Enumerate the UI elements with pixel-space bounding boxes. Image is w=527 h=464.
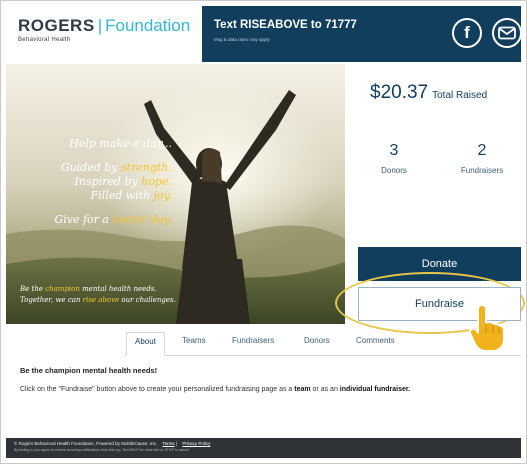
total-raised: $20.37 Total Raised [370, 82, 487, 104]
tagline-2-highlight: rise above [82, 296, 120, 304]
email-icon[interactable] [492, 18, 522, 48]
hero-tagline-line-1: Be the champion mental health needs. [20, 284, 220, 295]
about-body-pre: Click on the "Fundraise" button above to… [20, 386, 295, 393]
tagline-2-post: our challenges. [119, 296, 176, 304]
tagline-1-post: mental health needs. [79, 285, 157, 293]
donors-label: Donors [381, 166, 407, 175]
tagline-1-highlight: champion [45, 285, 80, 293]
brand-separator: | [97, 16, 103, 35]
footer-fineprint: By texting in you agree to receive recur… [14, 448, 190, 452]
total-raised-amount: $20.37 [370, 82, 429, 103]
fundraisers-stat: 2 Fundraisers [442, 142, 522, 175]
about-body-team: team [294, 386, 311, 393]
text-to-give-cta: Text RISEABOVE to 71777 [214, 19, 357, 31]
tab-donors[interactable]: Donors [304, 336, 330, 345]
campaign-tabs: About Teams Fundraisers Donors Comments [6, 332, 521, 356]
tagline-2-pre: Together, we can [20, 296, 83, 304]
tagline-1-pre: Be the [20, 285, 46, 293]
about-body-individual: individual fundraiser. [339, 386, 411, 393]
brand-subtitle: Behavioral Health [18, 37, 71, 43]
donors-stat: 3 Donors [354, 142, 434, 175]
hero-line-5-highlight: better day. [112, 213, 172, 226]
fundraisers-label: Fundraisers [460, 166, 504, 175]
envelope-glyph [498, 26, 516, 40]
about-body: Click on the "Fundraise" button above to… [20, 383, 510, 396]
hero-line-5: Give for a better day. [36, 213, 172, 227]
footer: © Rogers Behavioral Health Foundation, P… [6, 438, 521, 458]
about-content: Be the champion mental health needs! Cli… [20, 366, 510, 396]
brand-name: ROGERS [18, 16, 95, 35]
brand-suffix: Foundation [105, 16, 191, 35]
text-disclaimer: Msg & data rates may apply [214, 37, 270, 42]
hero-line-4: Filled with joy. [36, 189, 172, 203]
tab-fundraisers[interactable]: Fundraisers [232, 336, 274, 345]
hero-line-3-text: Inspired by [74, 175, 142, 188]
hero-tagline: Be the champion mental health needs. Tog… [20, 284, 220, 306]
donors-count: 3 [389, 142, 399, 159]
tab-about[interactable]: About [126, 332, 165, 356]
about-title: Be the champion mental health needs! [20, 366, 158, 375]
hero-line-1: Help make a day... [69, 137, 172, 150]
hero-line-2-text: Guided by [60, 161, 122, 174]
hero-line-4-highlight: joy. [153, 189, 172, 202]
hero-line-2-highlight: strength. [121, 161, 172, 174]
privacy-policy-link[interactable]: Privacy Policy [182, 441, 210, 446]
header: ROGERS | Foundation Behavioral Health Te… [6, 6, 522, 62]
facebook-icon[interactable]: f [452, 18, 482, 48]
footer-divider: | [175, 441, 178, 446]
hero-line-2: Guided by strength. [36, 161, 172, 175]
hero-line-5-text: Give for a [54, 213, 113, 226]
hero-line-3: Inspired by hope. [36, 175, 172, 189]
tab-teams[interactable]: Teams [182, 336, 206, 345]
footer-links: © Rogers Behavioral Health Foundation, P… [14, 441, 513, 446]
fundraisers-count: 2 [477, 142, 487, 159]
hero-image: Help make a day... Guided by strength. I… [6, 64, 345, 324]
hero-line-3-highlight: hope. [141, 175, 172, 188]
text-to-give-bar: Text RISEABOVE to 71777 Msg & data rates… [202, 6, 522, 62]
terms-link[interactable]: Terms [162, 441, 174, 446]
about-body-mid: or as an [310, 386, 340, 393]
hero-line-4-text: Filled with [90, 189, 154, 202]
total-raised-label: Total Raised [432, 90, 488, 101]
tab-comments[interactable]: Comments [356, 336, 395, 345]
campaign-stats: $20.37 Total Raised 3 Donors 2 Fundraiser… [346, 64, 521, 244]
brand-logo[interactable]: ROGERS | Foundation Behavioral Health [6, 6, 202, 62]
footer-copyright: © Rogers Behavioral Health Foundation, P… [14, 441, 158, 446]
facebook-glyph: f [464, 23, 470, 42]
hero-message: Help make a day... Guided by strength. I… [36, 137, 172, 227]
hero-tagline-line-2: Together, we can rise above our challeng… [20, 295, 220, 306]
